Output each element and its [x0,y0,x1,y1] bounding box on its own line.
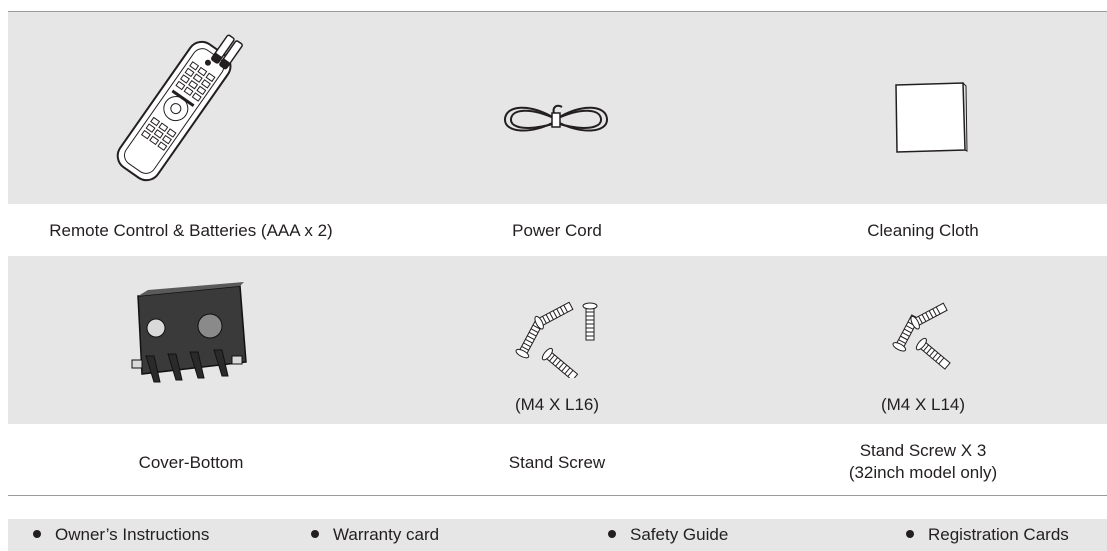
power-cord-label: Power Cord [512,221,602,240]
list-item: Safety Guide [608,524,728,546]
bullet-icon [906,529,914,538]
stand-screw-x3-icon [892,302,951,370]
registration-cards-label: Registration Cards [928,525,1069,544]
list-item: Warranty card [311,524,439,546]
bullet-icon [311,529,319,538]
list-item: Owner’s Instructions [33,524,209,546]
bullet-icon [33,529,41,538]
remote-control-icon [116,34,243,182]
safety-guide-label: Safety Guide [630,525,729,544]
bullet-icon [608,529,616,538]
bottom-divider [8,495,1107,496]
cleaning-cloth-icon [895,82,968,153]
accessories-page: Remote Control & Batteries (AAA x 2) Pow… [0,0,1107,551]
remote-control-label: Remote Control & Batteries (AAA x 2) [49,221,333,240]
stand-screw-x3-label-line1: Stand Screw X 3 [859,441,987,460]
stand-screw-x3-label-line2: (32inch model only) [848,463,998,482]
stand-screw-spec: (M4 X L16) [514,395,600,414]
cover-bottom-icon [131,282,247,383]
documents-list: Owner’s Instructions Warranty card Safet… [8,519,1107,551]
warranty-card-label: Warranty card [333,525,440,544]
list-item: Registration Cards [906,524,1069,546]
stand-screw-x3-spec: (M4 X L14) [880,395,966,414]
stand-screw-icon [515,301,598,378]
owners-instructions-label: Owner’s Instructions [55,525,210,544]
cover-bottom-label: Cover-Bottom [138,453,244,472]
cleaning-cloth-label: Cleaning Cloth [867,221,979,240]
power-cord-icon [503,104,609,132]
stand-screw-label: Stand Screw [508,453,606,472]
